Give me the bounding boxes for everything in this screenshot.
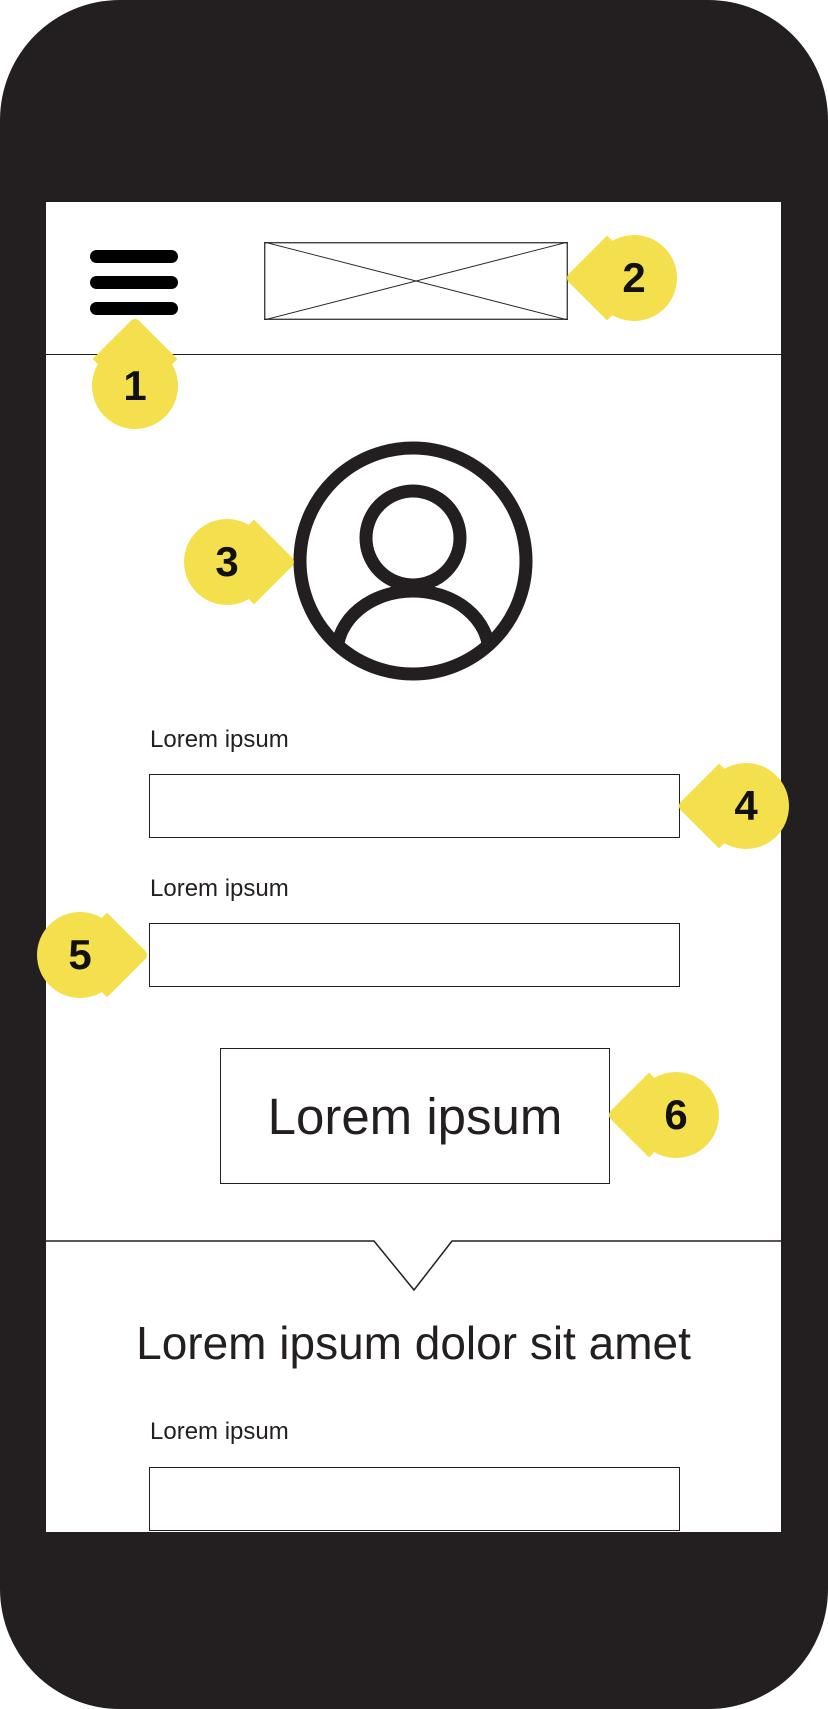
user-avatar-icon: [293, 441, 533, 681]
annotation-marker-5: 5: [37, 912, 150, 998]
field-label-1: Lorem ipsum: [150, 726, 289, 753]
annotation-marker-1: 1: [92, 316, 178, 429]
submit-button[interactable]: Lorem ipsum: [220, 1048, 610, 1184]
field-label-2: Lorem ipsum: [150, 875, 289, 902]
section-divider: [46, 1240, 781, 1292]
annotation-marker-2: 2: [564, 235, 677, 321]
annotation-marker-6: 6: [606, 1072, 719, 1158]
text-field-2[interactable]: [149, 923, 680, 987]
annotation-marker-4: 4: [676, 763, 789, 849]
image-placeholder-icon: [264, 242, 568, 320]
field-label-3: Lorem ipsum: [150, 1418, 289, 1445]
text-field-3[interactable]: [149, 1467, 680, 1531]
hamburger-menu-icon[interactable]: [90, 250, 178, 316]
text-field-1[interactable]: [149, 774, 680, 838]
phone-frame: Lorem ipsum Lorem ipsum Lorem ipsum Lore…: [0, 0, 828, 1709]
annotation-marker-3: 3: [184, 519, 297, 605]
section-title: Lorem ipsum dolor sit amet: [136, 1317, 691, 1369]
